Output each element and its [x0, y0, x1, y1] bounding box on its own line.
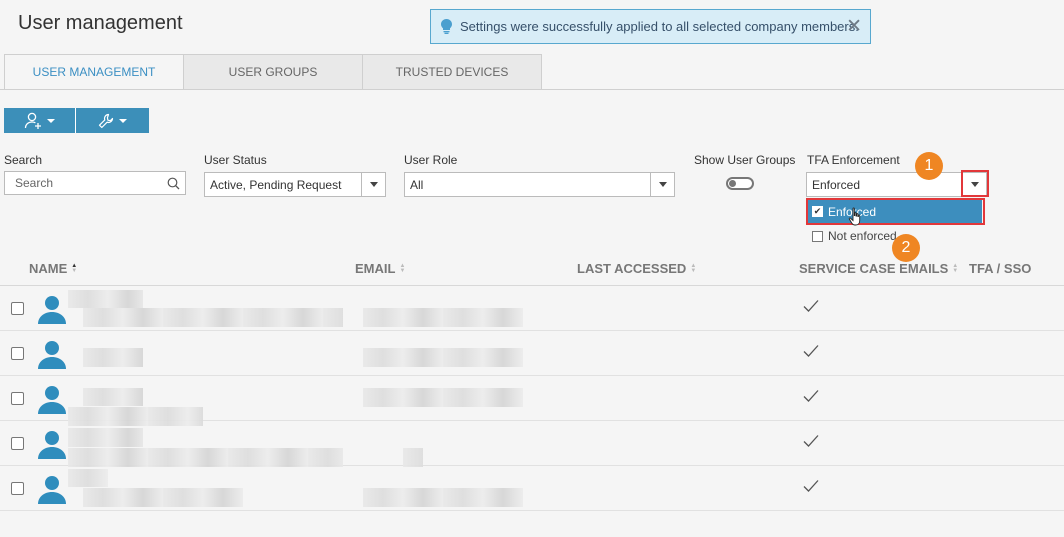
redacted-name — [68, 469, 108, 487]
redacted-email — [403, 448, 423, 467]
row-checkbox[interactable] — [11, 347, 24, 360]
wrench-icon — [98, 113, 114, 128]
row-checkbox[interactable] — [11, 482, 24, 495]
row-checkbox[interactable] — [11, 392, 24, 405]
column-header-service-case-emails[interactable]: SERVICE CASE EMAILS ▲ ▼ — [799, 261, 958, 276]
user-status-label: User Status — [204, 153, 267, 167]
tab-trusted-devices[interactable]: TRUSTED DEVICES — [362, 54, 542, 90]
column-header-tfa-sso[interactable]: TFA / SSO — [969, 261, 1031, 276]
user-role-label: User Role — [404, 153, 458, 167]
user-status-select[interactable]: Active, Pending Request — [204, 172, 386, 197]
table-row[interactable] — [0, 331, 1064, 376]
column-header-name[interactable]: NAME ▲ ▼ — [29, 261, 77, 276]
search-icon — [167, 177, 180, 190]
redacted-name — [68, 428, 143, 447]
add-user-icon — [24, 112, 41, 129]
page-title: User management — [18, 12, 183, 34]
column-header-last-accessed[interactable]: LAST ACCESSED ▲ ▼ — [577, 261, 696, 276]
tfa-enforcement-value: Enforced — [812, 177, 861, 192]
row-checkbox[interactable] — [11, 302, 24, 315]
redacted-email — [363, 488, 523, 507]
settings-button[interactable] — [76, 108, 149, 133]
user-avatar-icon — [38, 476, 66, 504]
toolbar — [4, 108, 149, 133]
dropdown-toggle[interactable] — [650, 173, 674, 196]
checkmark-icon — [803, 435, 819, 447]
close-icon[interactable]: ✕ — [846, 17, 862, 36]
tab-bar: USER MANAGEMENT USER GROUPS TRUSTED DEVI… — [4, 54, 542, 90]
option-not-enforced[interactable]: Not enforced — [812, 229, 897, 243]
show-user-groups-label: Show User Groups — [694, 153, 796, 167]
row-checkbox[interactable] — [11, 437, 24, 450]
chevron-down-icon — [119, 118, 127, 123]
lightbulb-icon — [441, 19, 452, 34]
search-input[interactable]: Search — [4, 171, 186, 195]
chevron-down-icon — [369, 182, 378, 187]
sort-icon: ▲ ▼ — [690, 262, 697, 274]
step-badge-1: 1 — [915, 152, 943, 180]
tab-user-management[interactable]: USER MANAGEMENT — [4, 54, 184, 90]
table-row[interactable] — [0, 421, 1064, 467]
highlight-box-option — [806, 198, 985, 225]
tfa-enforcement-select[interactable]: Enforced — [806, 172, 987, 197]
redacted-detail — [83, 488, 243, 507]
tab-user-groups[interactable]: USER GROUPS — [183, 54, 363, 90]
success-notification: Settings were successfully applied to al… — [430, 9, 871, 44]
table-row[interactable] — [0, 286, 1064, 331]
redacted-name — [83, 348, 143, 367]
sort-icon: ▲ ▼ — [952, 262, 959, 274]
highlight-box-dropdown — [961, 170, 989, 197]
toggle-knob — [729, 180, 736, 187]
checkbox-unchecked-icon — [812, 230, 823, 242]
redacted-email — [363, 308, 523, 327]
redacted-detail — [83, 308, 343, 327]
search-label: Search — [4, 153, 43, 167]
table-row[interactable] — [0, 466, 1064, 511]
user-role-select[interactable]: All — [404, 172, 675, 197]
checkmark-icon — [803, 390, 819, 402]
user-status-value: Active, Pending Request — [210, 177, 342, 192]
redacted-detail — [68, 448, 343, 467]
dropdown-toggle[interactable] — [361, 173, 385, 196]
user-avatar-icon — [38, 431, 66, 459]
tab-divider — [0, 89, 1064, 90]
checkmark-icon — [803, 345, 819, 357]
redacted-email — [363, 348, 523, 367]
redacted-name — [83, 388, 143, 406]
checkmark-icon — [803, 480, 819, 492]
user-avatar-icon — [38, 296, 66, 324]
sort-icon: ▲ ▼ — [399, 262, 406, 274]
user-role-value: All — [410, 177, 424, 192]
show-user-groups-toggle[interactable] — [726, 177, 754, 190]
table-row[interactable] — [0, 376, 1064, 426]
column-header-email[interactable]: EMAIL ▲ ▼ — [355, 261, 405, 276]
chevron-down-icon — [47, 118, 55, 123]
redacted-email — [363, 388, 523, 407]
sort-icon: ▲ ▼ — [71, 262, 78, 274]
user-avatar-icon — [38, 341, 66, 369]
checkmark-icon — [803, 300, 819, 312]
chevron-down-icon — [658, 182, 667, 187]
hand-cursor-icon — [848, 207, 861, 226]
notification-message: Settings were successfully applied to al… — [460, 19, 859, 34]
tfa-enforcement-label: TFA Enforcement — [807, 153, 900, 167]
redacted-name — [68, 290, 143, 308]
add-user-button[interactable] — [4, 108, 76, 133]
user-avatar-icon — [38, 386, 66, 414]
step-badge-2: 2 — [892, 234, 920, 262]
